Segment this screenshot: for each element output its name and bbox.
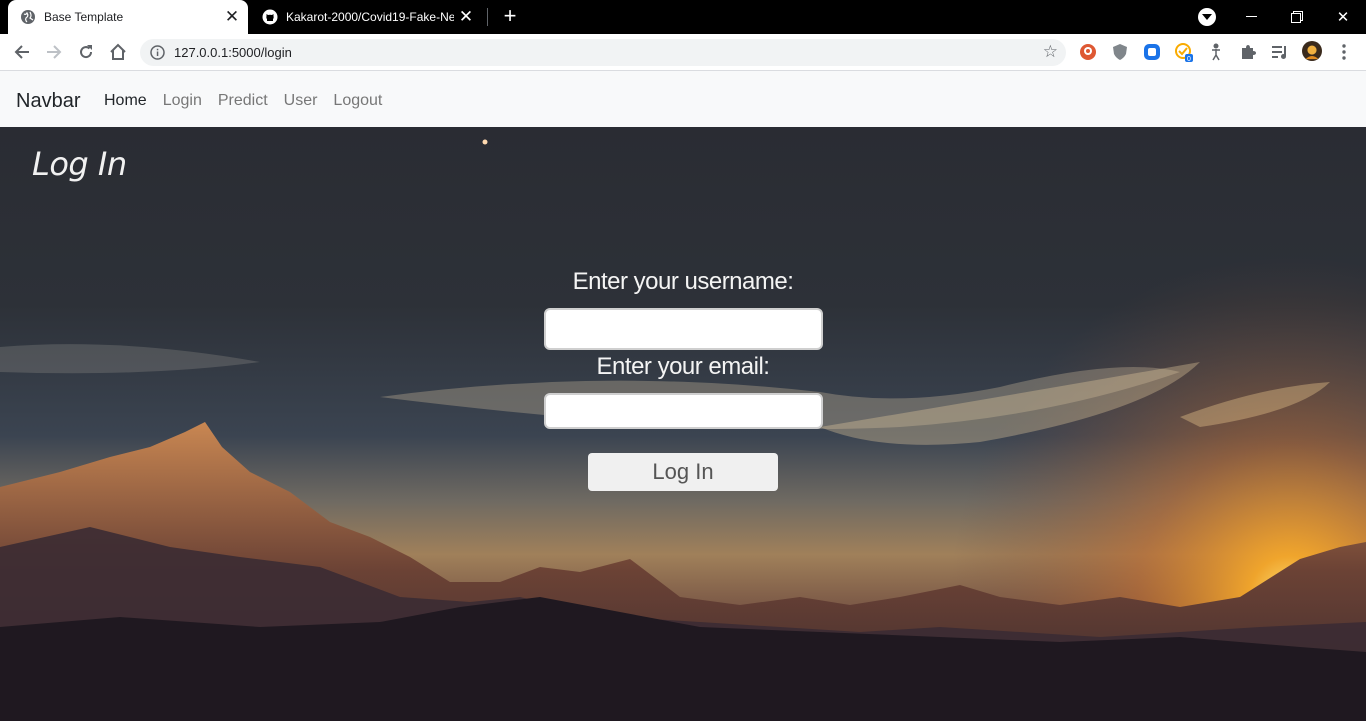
- bitwarden-extension-icon[interactable]: [1142, 42, 1162, 62]
- browser-toolbar: 127.0.0.1:5000/login ☆ 0: [0, 34, 1366, 71]
- globe-icon: [20, 9, 36, 25]
- email-input[interactable]: [544, 393, 823, 429]
- email-label: Enter your email:: [596, 353, 770, 380]
- duckduckgo-extension-icon[interactable]: [1078, 42, 1098, 62]
- tab-title: Base Template: [44, 10, 124, 24]
- back-icon[interactable]: [10, 40, 34, 64]
- profile-avatar[interactable]: [1302, 41, 1322, 61]
- nav-link-login[interactable]: Login: [163, 92, 202, 110]
- tab-title: Kakarot-2000/Covid19-Fake-New: [286, 10, 454, 24]
- minimize-icon[interactable]: [1228, 0, 1274, 34]
- new-tab-icon[interactable]: +: [498, 5, 522, 29]
- nav-link-logout[interactable]: Logout: [333, 92, 382, 110]
- shield-extension-icon[interactable]: [1110, 42, 1130, 62]
- puzzle-extensions-icon[interactable]: [1238, 42, 1258, 62]
- site-info-icon[interactable]: [149, 44, 166, 61]
- address-bar[interactable]: 127.0.0.1:5000/login ☆: [140, 39, 1066, 66]
- task-extension-icon[interactable]: 0: [1174, 42, 1194, 62]
- close-tab-icon[interactable]: ✕: [220, 5, 244, 29]
- navbar-brand[interactable]: Navbar: [16, 90, 80, 113]
- page-title: Log In: [32, 145, 127, 183]
- media-queue-icon[interactable]: [1270, 42, 1290, 62]
- forward-icon[interactable]: [42, 40, 66, 64]
- browser-tab-strip: Base Template ✕ Kakarot-2000/Covid19-Fak…: [0, 0, 1366, 34]
- close-window-icon[interactable]: ✕: [1320, 0, 1366, 34]
- bookmark-star-icon[interactable]: ☆: [1043, 42, 1058, 62]
- extension-badge: 0: [1187, 56, 1191, 62]
- nav-link-user[interactable]: User: [284, 92, 318, 110]
- login-button[interactable]: Log In: [588, 453, 778, 491]
- username-label: Enter your username:: [572, 268, 794, 295]
- nav-links: Home Login Predict User Logout: [104, 92, 382, 110]
- github-icon: [262, 9, 278, 25]
- close-tab-icon[interactable]: ✕: [454, 5, 478, 29]
- tab-github-repo[interactable]: Kakarot-2000/Covid19-Fake-New ✕: [250, 0, 482, 34]
- tab-separator: [487, 8, 488, 26]
- reload-icon[interactable]: [74, 40, 98, 64]
- nav-link-home[interactable]: Home: [104, 92, 147, 110]
- username-input[interactable]: [544, 308, 823, 350]
- site-navbar: Navbar Home Login Predict User Logout: [0, 71, 1366, 127]
- figure-extension-icon[interactable]: [1206, 42, 1226, 62]
- tab-search-icon[interactable]: [1198, 8, 1216, 26]
- more-menu-icon[interactable]: [1334, 42, 1354, 62]
- nav-link-predict[interactable]: Predict: [218, 92, 268, 110]
- tab-base-template[interactable]: Base Template ✕: [8, 0, 248, 34]
- restore-icon[interactable]: [1274, 0, 1320, 34]
- home-icon[interactable]: [106, 40, 130, 64]
- url-text: 127.0.0.1:5000/login: [174, 45, 292, 60]
